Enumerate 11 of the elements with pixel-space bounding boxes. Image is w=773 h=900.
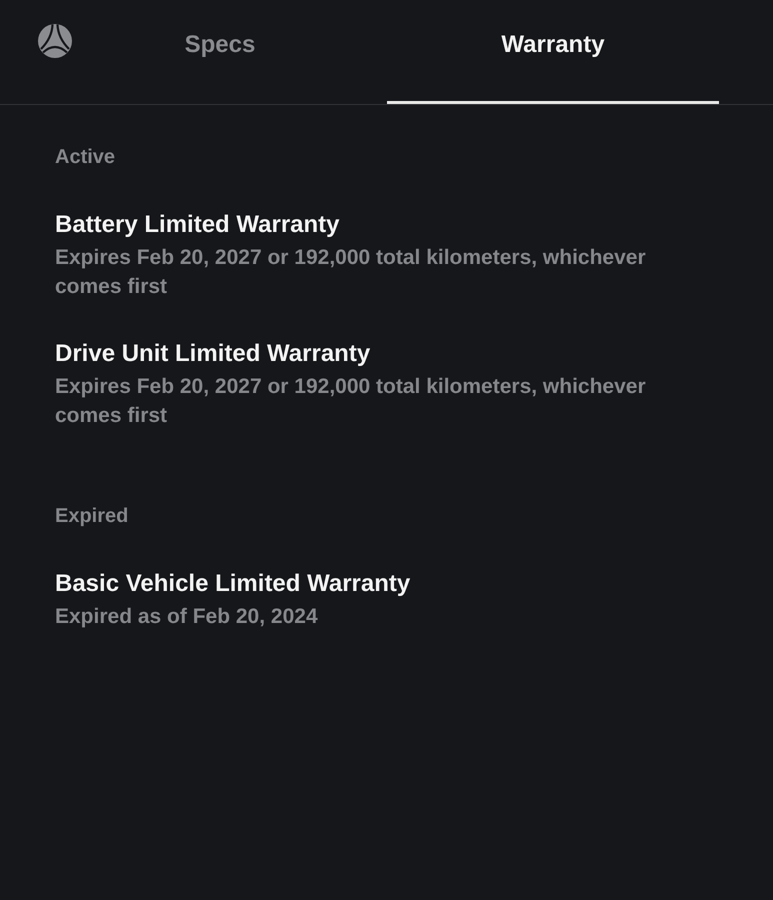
warranty-description: Expired as of Feb 20, 2024 <box>55 604 318 630</box>
warranty-description: Expires Feb 20, 2027 or 192,000 total kilometers, whichever comes first <box>55 245 647 300</box>
warranty-description: Expires Feb 20, 2027 or 192,000 total kilometers, whichever comes first <box>55 374 647 429</box>
emblem-icon <box>38 24 72 58</box>
warranty-title: Basic Vehicle Limited Warranty <box>55 569 410 599</box>
warranty-title: Battery Limited Warranty <box>55 210 340 240</box>
tab[interactable]: Warranty <box>387 0 719 104</box>
section-heading: Expired <box>55 504 128 528</box>
tab[interactable]: Specs <box>53 0 387 104</box>
section-heading: Active <box>55 145 116 169</box>
warranty-title: Drive Unit Limited Warranty <box>55 339 370 369</box>
